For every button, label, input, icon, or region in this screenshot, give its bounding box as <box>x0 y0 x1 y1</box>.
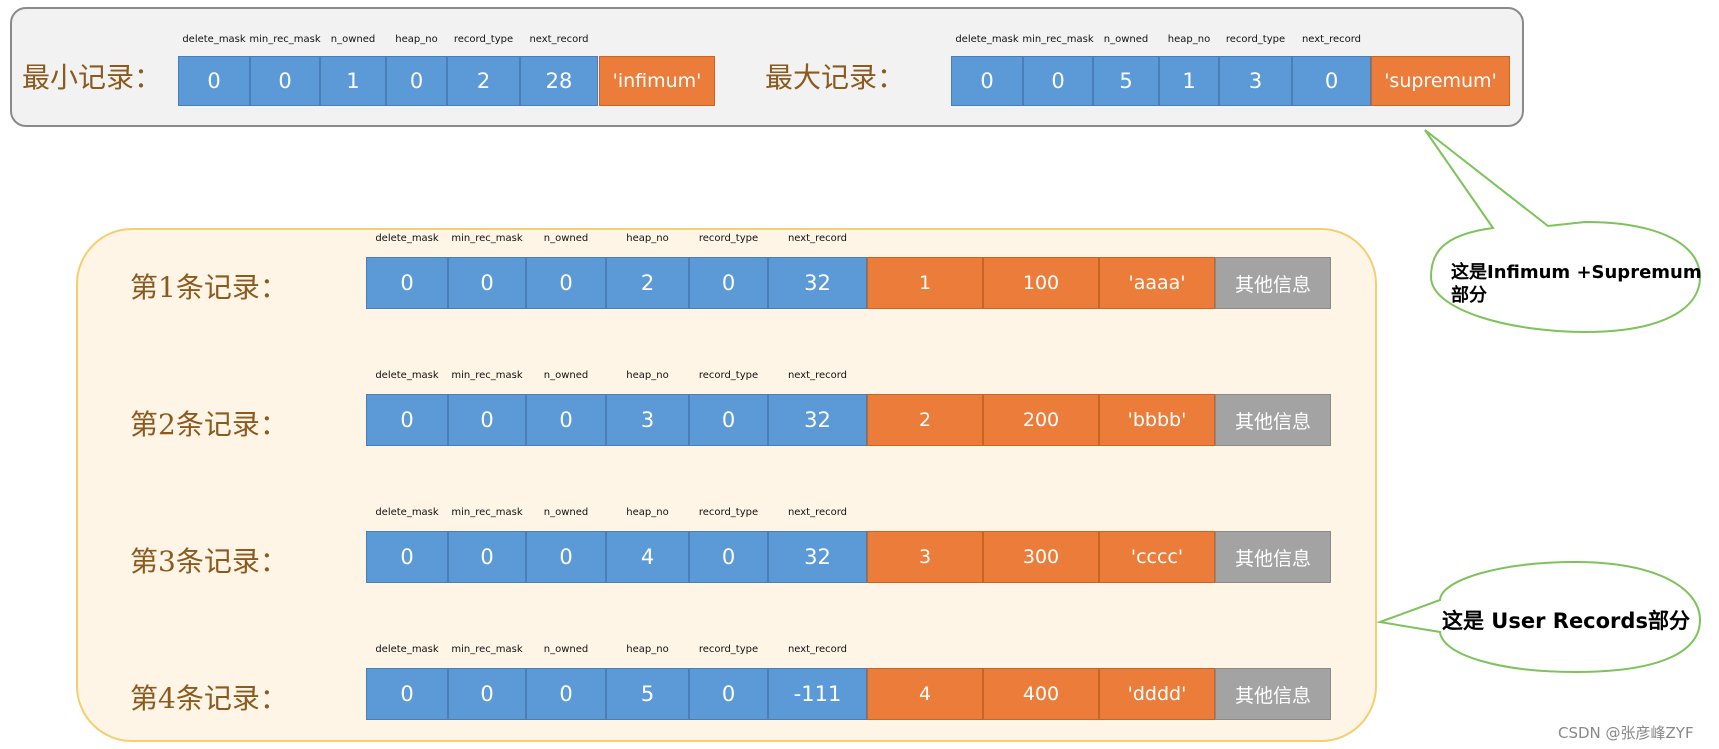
watermark: CSDN @张彦峰ZYF <box>1558 724 1694 742</box>
user-records-callout-text: 这是 User Records部分 <box>1442 609 1690 633</box>
infimum-supremum-callout-line1: 这是Infimum +Supremum <box>1451 262 1702 283</box>
infimum-supremum-callout-line2: 部分 <box>1451 285 1487 306</box>
callout-shapes <box>1376 129 1702 674</box>
